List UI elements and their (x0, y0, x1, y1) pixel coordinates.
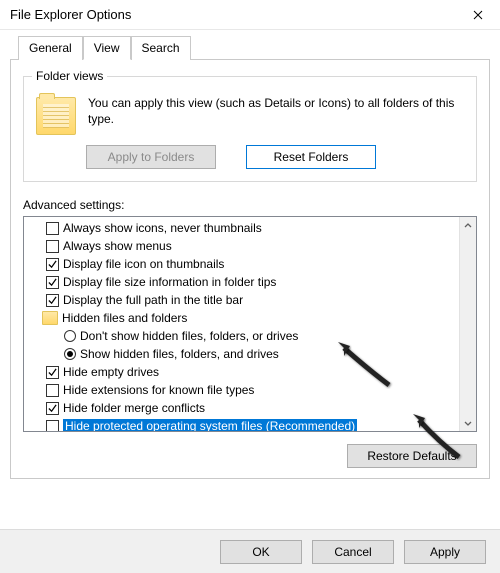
tree-item[interactable]: Show hidden files, folders, and drives (24, 345, 459, 363)
tree-item-label: Always show icons, never thumbnails (63, 221, 262, 235)
restore-defaults-label: Restore Defaults (367, 449, 456, 463)
checkbox[interactable] (46, 258, 59, 271)
folder-icon (36, 97, 76, 135)
tab-general-label: General (29, 41, 72, 55)
folder-icon (42, 311, 58, 325)
tree-item-label: Hidden files and folders (62, 311, 187, 325)
tree-item-label: Show hidden files, folders, and drives (80, 347, 279, 361)
tree-item-label: Hide folder merge conflicts (63, 401, 205, 415)
checkbox[interactable] (46, 294, 59, 307)
checkbox[interactable] (46, 384, 59, 397)
radio[interactable] (64, 330, 76, 342)
tab-view-label: View (94, 41, 120, 55)
tree-item[interactable]: Don't show hidden files, folders, or dri… (24, 327, 459, 345)
folder-views-legend: Folder views (32, 69, 107, 83)
tab-panel-view: Folder views You can apply this view (su… (10, 59, 490, 479)
tree-item[interactable]: Hide folder merge conflicts (24, 399, 459, 417)
tree-item[interactable]: Display file icon on thumbnails (24, 255, 459, 273)
dialog-content: General View Search Folder views You can… (0, 30, 500, 489)
cancel-button[interactable]: Cancel (312, 540, 394, 564)
tree-item-label: Display file icon on thumbnails (63, 257, 224, 271)
window-title: File Explorer Options (10, 7, 131, 22)
tree-item-label: Hide protected operating system files (R… (63, 419, 357, 431)
restore-defaults-button[interactable]: Restore Defaults (347, 444, 477, 468)
close-icon (473, 10, 483, 20)
chevron-down-icon (464, 419, 472, 427)
tree-item-label: Display the full path in the title bar (63, 293, 243, 307)
apply-to-folders-label: Apply to Folders (108, 150, 195, 164)
dialog-footer: OK Cancel Apply (0, 529, 500, 573)
apply-button[interactable]: Apply (404, 540, 486, 564)
checkbox[interactable] (46, 366, 59, 379)
advanced-settings-label: Advanced settings: (23, 198, 477, 212)
tree-item[interactable]: Hide protected operating system files (R… (24, 417, 459, 431)
tab-search-label: Search (142, 41, 180, 55)
tree-item[interactable]: Hidden files and folders (24, 309, 459, 327)
tree-item[interactable]: Hide extensions for known file types (24, 381, 459, 399)
apply-label: Apply (430, 545, 460, 559)
titlebar: File Explorer Options (0, 0, 500, 30)
ok-button[interactable]: OK (220, 540, 302, 564)
chevron-up-icon (464, 222, 472, 230)
radio[interactable] (64, 348, 76, 360)
tree-item-label: Hide empty drives (63, 365, 159, 379)
tree-item-label: Always show menus (63, 239, 172, 253)
tree-item[interactable]: Always show icons, never thumbnails (24, 219, 459, 237)
folder-views-group: Folder views You can apply this view (su… (23, 76, 477, 182)
apply-to-folders-button: Apply to Folders (86, 145, 216, 169)
tab-strip: General View Search (18, 36, 490, 60)
checkbox[interactable] (46, 240, 59, 253)
checkbox[interactable] (46, 276, 59, 289)
ok-label: OK (252, 545, 269, 559)
tree-item[interactable]: Display the full path in the title bar (24, 291, 459, 309)
tab-view[interactable]: View (83, 36, 131, 60)
tree-item[interactable]: Always show menus (24, 237, 459, 255)
folder-views-desc: You can apply this view (such as Details… (88, 95, 464, 127)
tab-search[interactable]: Search (131, 36, 191, 60)
tree-item[interactable]: Hide empty drives (24, 363, 459, 381)
scrollbar[interactable] (459, 217, 476, 431)
tree-item-label: Don't show hidden files, folders, or dri… (80, 329, 298, 343)
tab-general[interactable]: General (18, 36, 83, 60)
close-button[interactable] (455, 0, 500, 30)
reset-folders-button[interactable]: Reset Folders (246, 145, 376, 169)
scroll-down-button[interactable] (460, 414, 476, 431)
reset-folders-label: Reset Folders (274, 150, 349, 164)
checkbox[interactable] (46, 222, 59, 235)
cancel-label: Cancel (334, 545, 371, 559)
tree-item-label: Display file size information in folder … (63, 275, 276, 289)
advanced-settings-tree[interactable]: Always show icons, never thumbnails Alway… (23, 216, 477, 432)
advanced-settings-list: Always show icons, never thumbnails Alway… (24, 217, 459, 431)
tree-item-label: Hide extensions for known file types (63, 383, 254, 397)
checkbox[interactable] (46, 420, 59, 432)
tree-item[interactable]: Display file size information in folder … (24, 273, 459, 291)
scroll-up-button[interactable] (460, 217, 476, 234)
checkbox[interactable] (46, 402, 59, 415)
